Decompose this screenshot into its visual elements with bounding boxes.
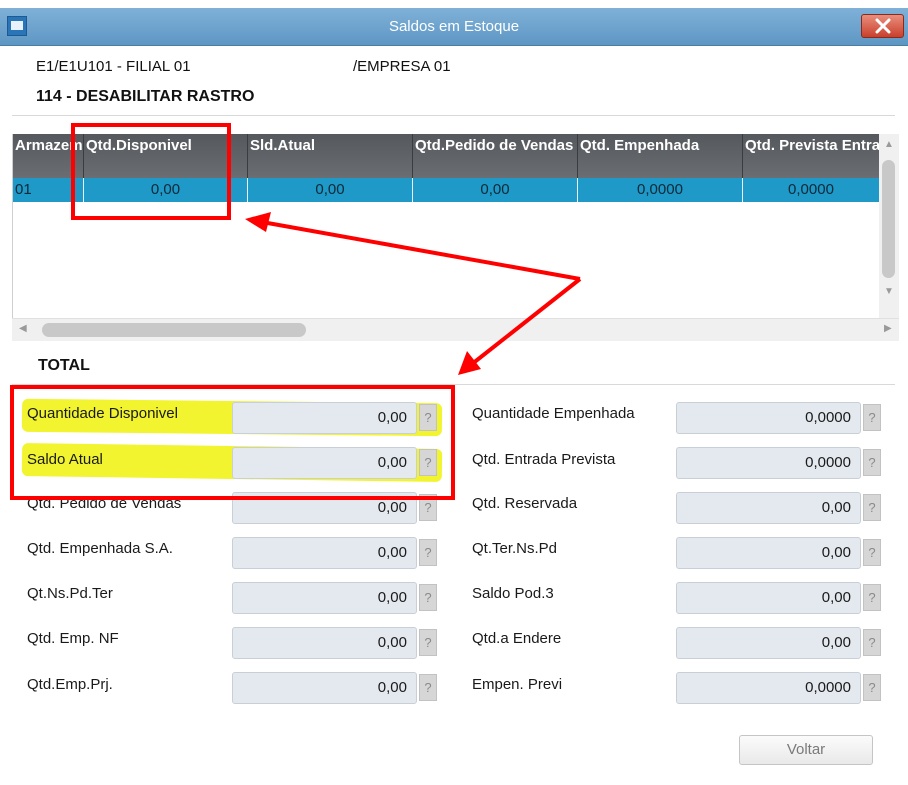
table-row[interactable]: 01 0,00 0,00 0,00 0,0000 0,0000 [13, 178, 879, 202]
label-qtd-empenhada-sa: Qtd. Empenhada S.A. [27, 540, 173, 557]
product-title: 114 - DESABILITAR RASTRO [36, 88, 255, 105]
field-qtd-entrada-prevista[interactable]: 0,0000 [676, 447, 861, 479]
help-icon[interactable]: ? [863, 449, 881, 476]
field-saldo-atual[interactable]: 0,00 [232, 447, 417, 479]
field-qt-ter-ns-pd[interactable]: 0,00 [676, 537, 861, 569]
back-button[interactable]: Voltar [739, 735, 873, 765]
horizontal-scroll-thumb[interactable] [42, 323, 306, 337]
field-quantidade-disponivel[interactable]: 0,00 [232, 402, 417, 434]
label-qtd-a-endere: Qtd.a Endere [472, 630, 562, 647]
field-quantidade-empenhada[interactable]: 0,0000 [676, 402, 861, 434]
help-icon[interactable]: ? [419, 404, 437, 431]
label-quantidade-empenhada: Quantidade Empenhada [472, 405, 635, 422]
column-header-sld-atual[interactable]: Sld.Atual [248, 134, 413, 178]
window-title: Saldos em Estoque [388, 18, 520, 35]
label-saldo-pod3: Saldo Pod.3 [472, 585, 554, 602]
label-quantidade-disponivel: Quantidade Disponivel [27, 405, 178, 422]
field-empen-previ[interactable]: 0,0000 [676, 672, 861, 704]
cell-armazem: 01 [13, 178, 84, 202]
label-saldo-atual: Saldo Atual [27, 451, 103, 468]
cell-qtd-pedido-vendas: 0,00 [413, 178, 578, 202]
field-qtd-empenhada-sa[interactable]: 0,00 [232, 537, 417, 569]
help-icon[interactable]: ? [863, 584, 881, 611]
header-divider [12, 115, 895, 116]
label-empen-previ: Empen. Previ [472, 676, 563, 693]
field-qtd-reservada[interactable]: 0,00 [676, 492, 861, 524]
field-qtd-a-endere[interactable]: 0,00 [676, 627, 861, 659]
close-button[interactable] [861, 14, 904, 38]
stock-grid[interactable]: Armazem Qtd.Disponivel Sld.Atual Qtd.Ped… [12, 134, 879, 318]
help-icon[interactable]: ? [419, 449, 437, 476]
totals-title: TOTAL [38, 357, 90, 374]
chevron-up-icon[interactable]: ▲ [884, 139, 894, 150]
chevron-down-icon[interactable]: ▼ [884, 286, 894, 297]
column-header-qtd-pedido-vendas[interactable]: Qtd.Pedido de Vendas [413, 134, 578, 178]
grid-header: Armazem Qtd.Disponivel Sld.Atual Qtd.Ped… [13, 134, 879, 178]
help-icon[interactable]: ? [863, 674, 881, 701]
annotation-arrowhead [458, 351, 481, 375]
label-qtd-pedido-vendas: Qtd. Pedido de Vendas [27, 495, 182, 512]
field-qt-ns-pd-ter[interactable]: 0,00 [232, 582, 417, 614]
branch-label: E1/E1U101 - FILIAL 01 [36, 58, 191, 75]
vertical-scrollbar[interactable]: ▲ ▼ [879, 134, 899, 318]
cell-qtd-prevista-entrada: 0,0000 [788, 181, 834, 198]
chevron-left-icon[interactable]: ◀ [19, 323, 27, 334]
column-header-qtd-prevista-entrada[interactable]: Qtd. Prevista Entrada [743, 134, 879, 178]
totals-divider [12, 384, 895, 385]
help-icon[interactable]: ? [419, 584, 437, 611]
label-qtd-reservada: Qtd. Reservada [472, 495, 578, 512]
column-header-armazem[interactable]: Armazem [13, 134, 84, 178]
label-qtd-entrada-prevista: Qtd. Entrada Prevista [472, 451, 616, 468]
saldos-window: Saldos em Estoque E1/E1U101 - FILIAL 01 … [0, 0, 908, 785]
horizontal-scrollbar[interactable]: ◀ ▶ [12, 318, 899, 341]
close-icon [875, 18, 891, 34]
help-icon[interactable]: ? [419, 629, 437, 656]
field-qtd-emp-nf[interactable]: 0,00 [232, 627, 417, 659]
field-qtd-emp-prj[interactable]: 0,00 [232, 672, 417, 704]
field-saldo-pod3[interactable]: 0,00 [676, 582, 861, 614]
help-icon[interactable]: ? [419, 539, 437, 566]
column-header-qtd-empenhada[interactable]: Qtd. Empenhada [578, 134, 743, 178]
help-icon[interactable]: ? [419, 674, 437, 701]
help-icon[interactable]: ? [419, 494, 437, 521]
field-qtd-pedido-vendas[interactable]: 0,00 [232, 492, 417, 524]
help-icon[interactable]: ? [863, 539, 881, 566]
cell-qtd-empenhada: 0,0000 [578, 178, 743, 202]
column-header-qtd-disponivel[interactable]: Qtd.Disponivel [84, 134, 248, 178]
help-icon[interactable]: ? [863, 629, 881, 656]
vertical-scroll-thumb[interactable] [882, 160, 895, 278]
company-label: /EMPRESA 01 [353, 58, 451, 75]
help-icon[interactable]: ? [863, 404, 881, 431]
cell-sld-atual: 0,00 [248, 178, 413, 202]
label-qtd-emp-nf: Qtd. Emp. NF [27, 630, 119, 647]
label-qtd-emp-prj: Qtd.Emp.Prj. [27, 676, 113, 693]
help-icon[interactable]: ? [863, 494, 881, 521]
chevron-right-icon[interactable]: ▶ [884, 323, 892, 334]
cell-qtd-disponivel: 0,00 [84, 178, 248, 202]
label-qt-ns-pd-ter: Qt.Ns.Pd.Ter [27, 585, 113, 602]
title-bar[interactable]: Saldos em Estoque [0, 8, 908, 46]
label-qt-ter-ns-pd: Qt.Ter.Ns.Pd [472, 540, 558, 557]
annotation-overlay [10, 123, 582, 500]
